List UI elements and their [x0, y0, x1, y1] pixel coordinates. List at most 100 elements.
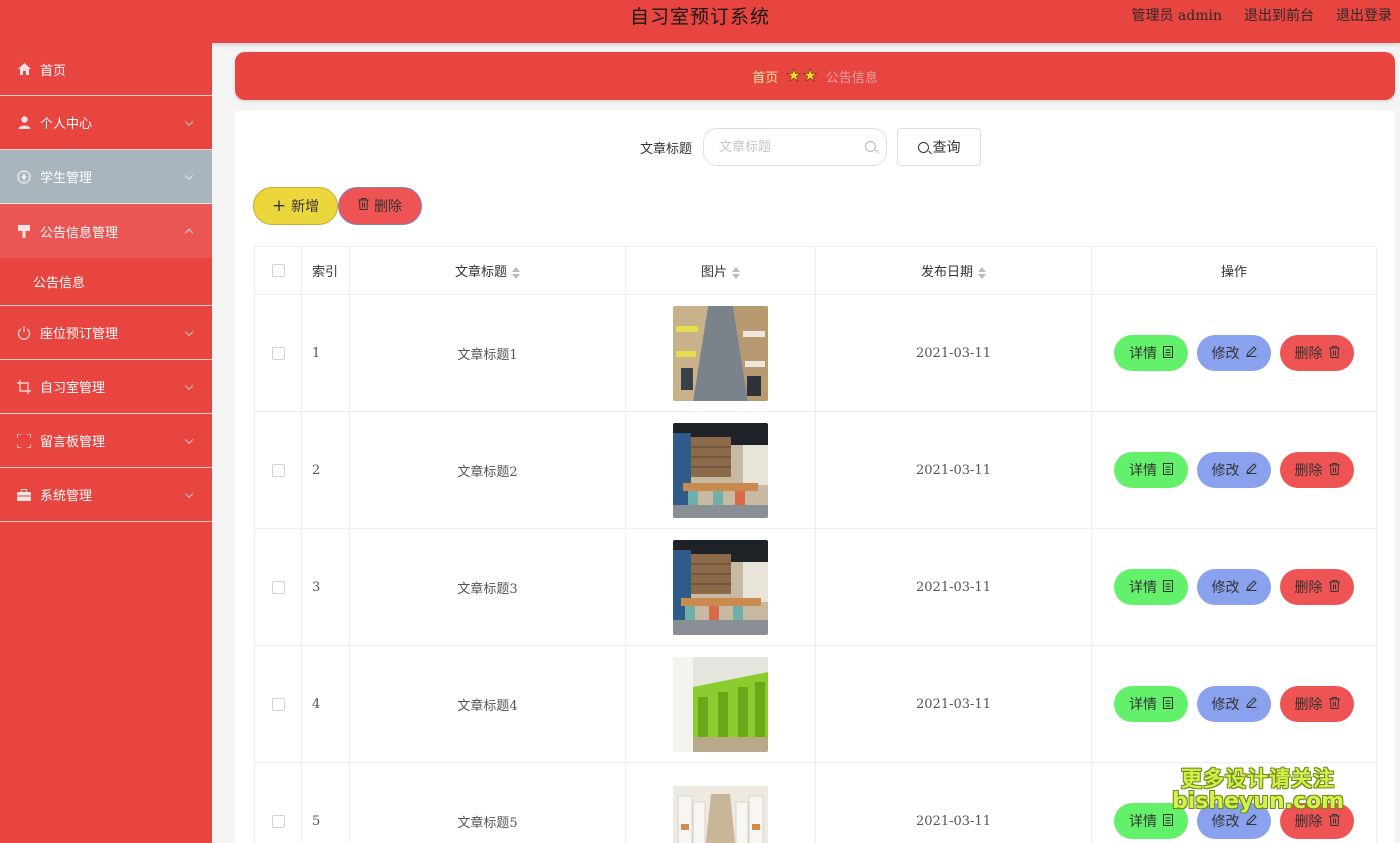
- crop-icon: [17, 379, 31, 394]
- row-ops-cell: 详情 修改 删除: [1091, 294, 1377, 412]
- row-checkbox[interactable]: [271, 463, 285, 477]
- edit-button[interactable]: 修改: [1197, 335, 1271, 371]
- column-header-title[interactable]: 文章标题: [349, 246, 626, 295]
- exit-to-front-link[interactable]: 退出到前台: [1244, 5, 1314, 25]
- row-image-cell: [625, 528, 816, 646]
- row-select-cell: [254, 762, 302, 843]
- row-index: 1: [301, 294, 350, 412]
- sidebar-item-student-management[interactable]: 学生管理: [0, 150, 212, 204]
- table-row: 4 文章标题4 2021-03-11 详情 修改 删除: [254, 645, 1377, 763]
- delete-button[interactable]: 删除: [1280, 686, 1354, 722]
- sort-icon[interactable]: [978, 266, 986, 279]
- home-icon: [17, 62, 31, 76]
- chevron-up-icon: [184, 228, 194, 238]
- table-header-row: 索引 文章标题 图片 发布日期 操作: [254, 246, 1377, 295]
- sidebar-item-personal-center[interactable]: 个人中心: [0, 96, 212, 150]
- select-all-cell: [254, 246, 302, 295]
- trash-icon: [1328, 462, 1340, 478]
- breadcrumb-current: 公告信息: [825, 70, 878, 86]
- breadcrumb-separator: ★ ★: [786, 65, 818, 86]
- row-date: 2021-03-11: [815, 411, 1092, 529]
- row-title: 文章标题1: [349, 294, 626, 412]
- pencil-icon: [1245, 814, 1257, 828]
- add-button[interactable]: + 新增: [253, 187, 338, 225]
- column-header-image-label: 图片: [700, 265, 727, 280]
- sidebar-item-notice-management[interactable]: 公告信息管理: [0, 204, 212, 258]
- main-panel: 文章标题 查询 + 新增 删除 索引 文章标题 图片 发: [235, 110, 1395, 843]
- detail-button-label: 详情: [1129, 814, 1157, 830]
- sort-icon[interactable]: [512, 266, 520, 279]
- column-header-date-label: 发布日期: [920, 265, 973, 280]
- row-thumbnail[interactable]: [673, 539, 768, 635]
- trash-icon: [1328, 813, 1340, 829]
- row-checkbox[interactable]: [271, 697, 285, 711]
- brush-icon: [17, 224, 31, 238]
- delete-button[interactable]: 删除: [1280, 569, 1354, 605]
- top-bar: 自习室预订系统 管理员 admin 退出到前台 退出登录: [0, 0, 1400, 43]
- edit-button-label: 修改: [1211, 463, 1240, 479]
- row-thumbnail[interactable]: [673, 656, 768, 752]
- delete-button[interactable]: 删除: [1280, 452, 1354, 488]
- column-header-date[interactable]: 发布日期: [815, 246, 1092, 295]
- add-button-label: 新增: [291, 199, 320, 215]
- edit-button[interactable]: 修改: [1197, 452, 1271, 488]
- detail-button[interactable]: 详情: [1114, 452, 1188, 488]
- detail-button[interactable]: 详情: [1114, 686, 1188, 722]
- row-thumbnail[interactable]: [673, 305, 768, 401]
- table-row: 3 文章标题3 2021-03-11 详情 修改 删除: [254, 528, 1377, 646]
- detail-button-label: 详情: [1129, 580, 1157, 596]
- row-checkbox[interactable]: [271, 580, 285, 594]
- trash-icon: [1328, 696, 1340, 712]
- chevron-down-icon: [184, 381, 194, 390]
- sidebar-item-system[interactable]: 系统管理: [0, 468, 212, 522]
- delete-button-label: 删除: [1294, 463, 1323, 479]
- row-thumbnail[interactable]: [673, 422, 768, 518]
- detail-button-label: 详情: [1129, 346, 1157, 362]
- breadcrumb-home[interactable]: 首页: [752, 67, 778, 86]
- sidebar-item-label: 留言板管理: [40, 435, 106, 450]
- row-ops-cell: 详情 修改 删除: [1091, 411, 1377, 529]
- document-icon: [1163, 579, 1173, 595]
- detail-button[interactable]: 详情: [1114, 803, 1188, 839]
- row-title: 文章标题2: [349, 411, 626, 529]
- sort-icon[interactable]: [732, 266, 740, 279]
- detail-button[interactable]: 详情: [1114, 335, 1188, 371]
- sidebar-item-seat-booking[interactable]: 座位预订管理: [0, 306, 212, 360]
- row-checkbox[interactable]: [271, 814, 285, 828]
- row-ops-cell: 详情 修改 删除: [1091, 528, 1377, 646]
- batch-delete-button[interactable]: 删除: [338, 187, 422, 225]
- sidebar-item-message-board[interactable]: 留言板管理: [0, 414, 212, 468]
- column-header-title-label: 文章标题: [454, 265, 507, 280]
- sidebar-subitem-notice[interactable]: 公告信息: [0, 258, 212, 306]
- search-icon: [917, 141, 929, 153]
- edit-button[interactable]: 修改: [1197, 569, 1271, 605]
- row-image-cell: [625, 762, 816, 843]
- sidebar-item-label: 系统管理: [40, 489, 93, 504]
- sidebar-item-study-room[interactable]: 自习室管理: [0, 360, 212, 414]
- column-header-index: 索引: [301, 246, 350, 295]
- sidebar-subitem-label: 公告信息: [33, 276, 86, 291]
- top-bar-links: 管理员 admin 退出到前台 退出登录: [1131, 5, 1392, 25]
- chevron-down-icon: [184, 489, 194, 498]
- logout-link[interactable]: 退出登录: [1336, 5, 1392, 25]
- row-thumbnail[interactable]: [673, 773, 768, 843]
- plus-icon: +: [271, 195, 287, 216]
- column-header-ops: 操作: [1091, 246, 1377, 295]
- trash-icon: [1328, 345, 1340, 361]
- delete-button[interactable]: 删除: [1280, 803, 1354, 839]
- sidebar-item-home[interactable]: 首页: [0, 43, 212, 96]
- row-checkbox[interactable]: [271, 346, 285, 360]
- edit-button[interactable]: 修改: [1197, 686, 1271, 722]
- delete-button[interactable]: 删除: [1280, 335, 1354, 371]
- edit-button[interactable]: 修改: [1197, 803, 1271, 839]
- detail-button[interactable]: 详情: [1114, 569, 1188, 605]
- select-all-checkbox[interactable]: [271, 264, 285, 277]
- row-index: 2: [301, 411, 350, 529]
- star-icon: ★: [802, 65, 818, 86]
- document-icon: [1163, 813, 1173, 829]
- frame-icon: [17, 433, 31, 448]
- search-input[interactable]: [704, 129, 854, 165]
- breadcrumb: 首页 ★ ★ 公告信息: [235, 52, 1395, 100]
- column-header-image[interactable]: 图片: [625, 246, 816, 295]
- query-button[interactable]: 查询: [897, 128, 981, 166]
